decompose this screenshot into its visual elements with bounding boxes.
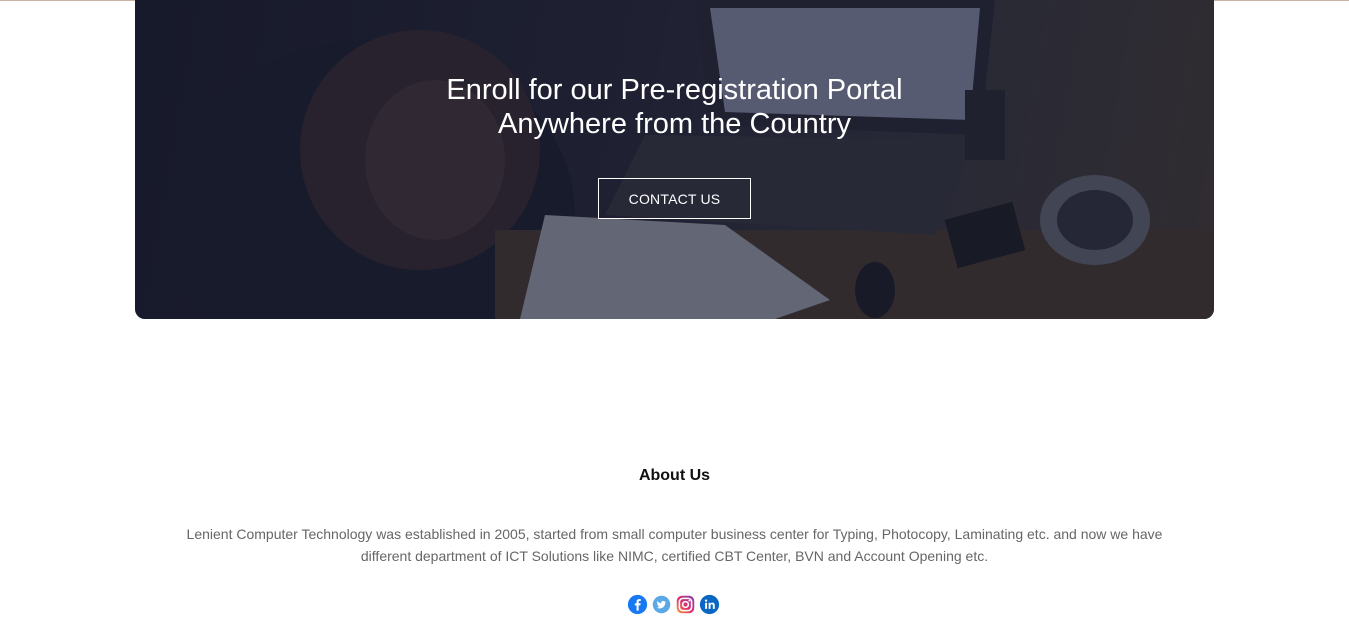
contact-us-button[interactable]: CONTACT US — [598, 178, 751, 219]
instagram-icon — [676, 595, 695, 613]
about-us-title: About Us — [638, 467, 711, 484]
twitter-icon — [652, 595, 671, 613]
linkedin-link[interactable] — [699, 594, 720, 615]
linkedin-icon — [699, 594, 720, 614]
hero-title: Enroll for our Pre-registration Portal A… — [135, 73, 1214, 141]
hero-title-line-2: Anywhere from the Country — [498, 108, 851, 140]
hero-title-line-1: Enroll for our Pre-registration Portal — [446, 74, 903, 106]
twitter-link[interactable] — [651, 594, 672, 615]
hero-overlay — [135, 0, 1214, 319]
hero-banner: Enroll for our Pre-registration Portal A… — [135, 0, 1214, 319]
instagram-link[interactable] — [675, 594, 696, 615]
about-us-text: Lenient Computer Technology was establis… — [186, 526, 1163, 564]
social-links — [627, 593, 720, 615]
facebook-icon — [627, 594, 648, 614]
facebook-link[interactable] — [627, 594, 648, 615]
